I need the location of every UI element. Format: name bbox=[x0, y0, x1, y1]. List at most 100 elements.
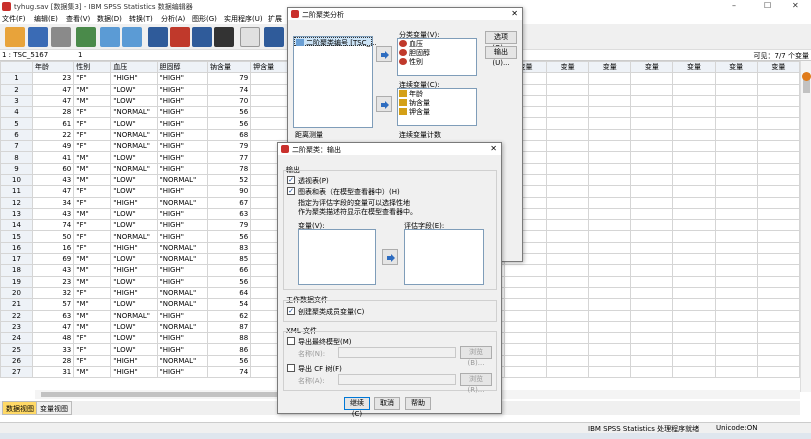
empty-cell[interactable] bbox=[756, 253, 800, 266]
source-variable-list[interactable]: 二阶聚类编号 [TSC_... bbox=[293, 36, 377, 128]
data-cell[interactable]: 50 bbox=[31, 230, 75, 243]
data-cell[interactable]: "HIGH" bbox=[156, 140, 209, 153]
data-cell[interactable]: 69 bbox=[31, 253, 75, 266]
data-cell[interactable]: 54 bbox=[207, 298, 252, 311]
data-cell[interactable]: 79 bbox=[207, 219, 252, 232]
empty-cell[interactable] bbox=[756, 264, 800, 277]
data-cell[interactable]: "HIGH" bbox=[156, 230, 209, 243]
corner-cell[interactable] bbox=[0, 61, 33, 74]
data-cell[interactable]: "F" bbox=[73, 196, 112, 209]
empty-cell[interactable] bbox=[714, 286, 758, 300]
empty-cell[interactable] bbox=[672, 117, 716, 130]
row-number[interactable]: 13 bbox=[0, 207, 33, 221]
empty-cell[interactable] bbox=[630, 106, 674, 119]
empty-cell[interactable] bbox=[546, 354, 590, 368]
list-item[interactable]: 胆固醇 bbox=[398, 48, 476, 57]
data-cell[interactable]: "NORMAL" bbox=[110, 106, 158, 119]
row-number[interactable]: 14 bbox=[0, 219, 33, 232]
empty-cell[interactable] bbox=[714, 196, 758, 209]
empty-cell[interactable] bbox=[714, 354, 758, 368]
data-cell[interactable]: "M" bbox=[73, 207, 112, 221]
empty-cell[interactable] bbox=[714, 241, 758, 255]
empty-cell[interactable] bbox=[546, 173, 590, 187]
empty-cell[interactable] bbox=[546, 72, 590, 85]
empty-cell[interactable] bbox=[756, 106, 800, 119]
empty-cell[interactable] bbox=[756, 128, 800, 142]
empty-cell[interactable] bbox=[588, 106, 632, 119]
empty-cell[interactable] bbox=[503, 320, 548, 334]
help-button[interactable]: 帮助 bbox=[405, 397, 431, 410]
empty-cell[interactable] bbox=[588, 72, 632, 85]
empty-cell[interactable] bbox=[756, 162, 800, 175]
row-number[interactable]: 22 bbox=[0, 309, 33, 322]
data-cell[interactable]: 31 bbox=[31, 366, 75, 379]
data-cell[interactable]: "HIGH" bbox=[156, 128, 209, 142]
data-cell[interactable]: 64 bbox=[207, 286, 252, 300]
data-cell[interactable]: 28 bbox=[31, 106, 75, 119]
data-cell[interactable]: 74 bbox=[31, 219, 75, 232]
empty-cell[interactable] bbox=[630, 140, 674, 153]
row-number[interactable]: 16 bbox=[0, 241, 33, 255]
data-cell[interactable]: "M" bbox=[73, 162, 112, 175]
data-cell[interactable]: 28 bbox=[31, 354, 75, 368]
continuous-variable-list[interactable]: 年龄 钠含量 钾含量 bbox=[397, 88, 477, 126]
data-cell[interactable]: 34 bbox=[31, 196, 75, 209]
data-cell[interactable]: 63 bbox=[31, 309, 75, 322]
empty-cell[interactable] bbox=[756, 151, 800, 164]
empty-cell[interactable] bbox=[756, 173, 800, 187]
empty-cell[interactable] bbox=[546, 83, 590, 96]
data-cell[interactable]: "F" bbox=[73, 354, 112, 368]
data-cell[interactable]: "HIGH" bbox=[110, 264, 158, 277]
cancel-button[interactable]: 取消 bbox=[374, 397, 400, 410]
empty-column-header[interactable]: 变量 bbox=[672, 61, 716, 74]
options-button[interactable]: 选项(O)... bbox=[485, 31, 517, 52]
empty-cell[interactable] bbox=[588, 253, 632, 266]
data-cell[interactable]: "F" bbox=[73, 241, 112, 255]
empty-cell[interactable] bbox=[714, 230, 758, 243]
empty-cell[interactable] bbox=[588, 286, 632, 300]
data-cell[interactable]: 86 bbox=[207, 343, 252, 356]
empty-cell[interactable] bbox=[630, 253, 674, 266]
empty-cell[interactable] bbox=[714, 140, 758, 153]
empty-cell[interactable] bbox=[546, 298, 590, 311]
empty-cell[interactable] bbox=[588, 309, 632, 322]
empty-cell[interactable] bbox=[630, 162, 674, 175]
empty-cell[interactable] bbox=[588, 173, 632, 187]
data-cell[interactable]: 16 bbox=[31, 241, 75, 255]
empty-cell[interactable] bbox=[546, 309, 590, 322]
empty-cell[interactable] bbox=[503, 275, 548, 288]
empty-cell[interactable] bbox=[503, 264, 548, 277]
list-item[interactable]: 钠含量 bbox=[398, 98, 476, 107]
data-cell[interactable]: "M" bbox=[73, 298, 112, 311]
data-cell[interactable]: 47 bbox=[31, 320, 75, 334]
empty-cell[interactable] bbox=[630, 117, 674, 130]
empty-cell[interactable] bbox=[672, 241, 716, 255]
empty-cell[interactable] bbox=[756, 320, 800, 334]
open-icon[interactable] bbox=[5, 27, 25, 47]
row-number[interactable]: 6 bbox=[0, 128, 33, 142]
empty-cell[interactable] bbox=[714, 83, 758, 96]
empty-cell[interactable] bbox=[588, 230, 632, 243]
empty-cell[interactable] bbox=[588, 140, 632, 153]
data-cell[interactable]: "NORMAL" bbox=[156, 298, 209, 311]
data-cell[interactable]: 48 bbox=[31, 332, 75, 345]
data-cell[interactable]: "HIGH" bbox=[156, 332, 209, 345]
data-cell[interactable]: "F" bbox=[73, 128, 112, 142]
empty-cell[interactable] bbox=[546, 185, 590, 198]
empty-cell[interactable] bbox=[503, 343, 548, 356]
empty-cell[interactable] bbox=[588, 207, 632, 221]
cf-tree-name-field[interactable] bbox=[338, 374, 456, 385]
data-cell[interactable]: "HIGH" bbox=[156, 219, 209, 232]
empty-cell[interactable] bbox=[756, 332, 800, 345]
row-number[interactable]: 1 bbox=[0, 72, 33, 85]
export-cf-tree-checkbox[interactable] bbox=[287, 364, 295, 372]
data-cell[interactable]: "NORMAL" bbox=[110, 162, 158, 175]
data-cell[interactable]: "LOW" bbox=[110, 343, 158, 356]
data-cell[interactable]: 23 bbox=[31, 275, 75, 288]
empty-cell[interactable] bbox=[588, 241, 632, 255]
data-cell[interactable]: "HIGH" bbox=[110, 241, 158, 255]
row-number[interactable]: 21 bbox=[0, 298, 33, 311]
data-cell[interactable]: "HIGH" bbox=[156, 72, 209, 85]
empty-column-header[interactable]: 变量 bbox=[756, 61, 800, 74]
empty-column-header[interactable]: 变量 bbox=[714, 61, 758, 74]
